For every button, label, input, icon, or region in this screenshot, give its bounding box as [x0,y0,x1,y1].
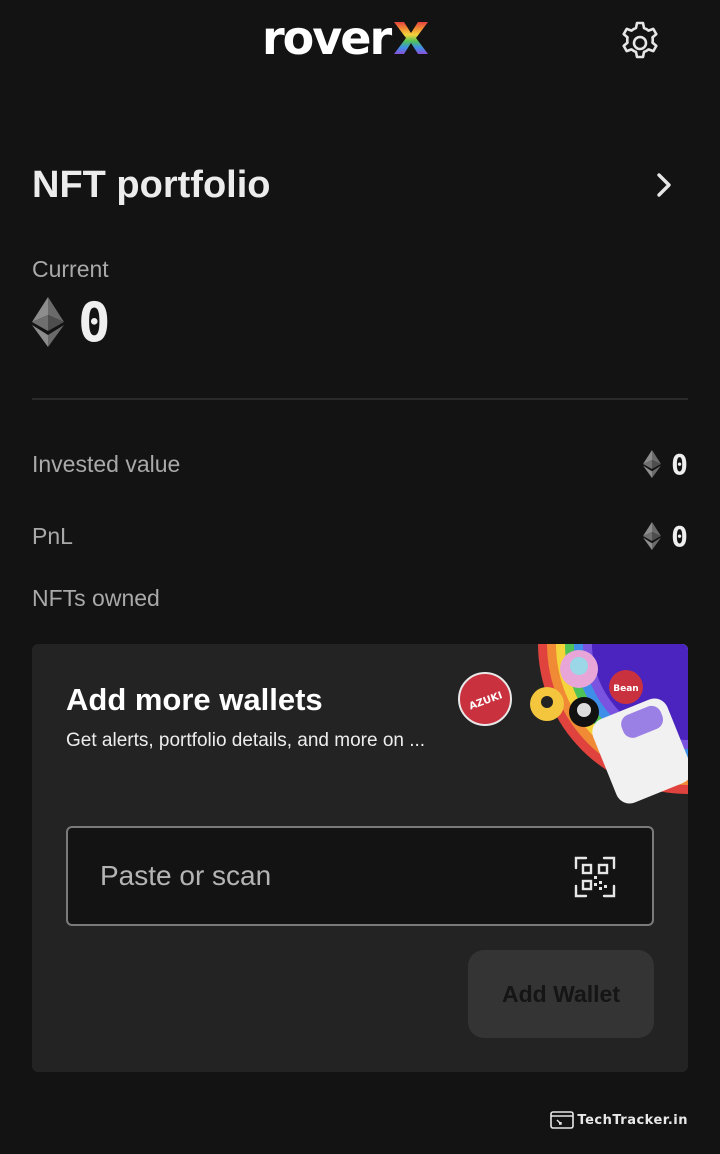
watermark-text: TechTracker.in [577,1112,688,1128]
ethereum-icon [643,522,662,550]
portfolio-header[interactable]: NFT portfolio [32,160,688,210]
current-label: Current [32,256,109,282]
divider [32,398,688,400]
ethereum-icon [643,450,662,478]
rainbow-x-icon [394,22,429,54]
stat-number: 0 [671,447,688,481]
logo-text: rover [262,11,392,65]
stat-label: NFTs owned [32,585,160,611]
stat-value: 0 [643,444,688,484]
stat-row-pnl: PnL 0 [32,516,688,556]
add-wallets-card: AZUKI Bean Add more wallets Get alerts, … [32,644,688,1072]
watermark: TechTracker.in [550,1111,688,1129]
page-title: NFT portfolio [32,164,271,206]
card-title: Add more wallets [66,682,323,717]
gear-icon[interactable] [616,17,664,65]
stat-row-nfts-owned: NFTs owned [32,578,688,618]
svg-text:Bean: Bean [613,684,638,694]
top-bar: rover [0,0,720,84]
rainbow-wallet-illustration: AZUKI Bean [458,644,688,804]
wallet-address-field[interactable] [66,826,654,926]
stat-label: Invested value [32,451,181,477]
browser-window-icon [550,1111,575,1129]
chevron-right-icon[interactable] [648,168,680,202]
stat-row-invested-value: Invested value 0 [32,444,688,484]
card-subtitle: Get alerts, portfolio details, and more … [66,730,426,751]
current-value-row: 0 [32,290,111,354]
wallet-address-input[interactable] [100,828,560,924]
stat-label: PnL [32,523,73,549]
roverx-logo: rover [262,14,430,62]
add-wallet-button[interactable]: Add Wallet [468,950,654,1038]
ethereum-icon [32,297,64,347]
current-value: 0 [78,290,111,354]
stat-value: 0 [643,516,688,556]
stat-number: 0 [671,519,688,553]
qr-scan-icon[interactable] [574,856,616,898]
